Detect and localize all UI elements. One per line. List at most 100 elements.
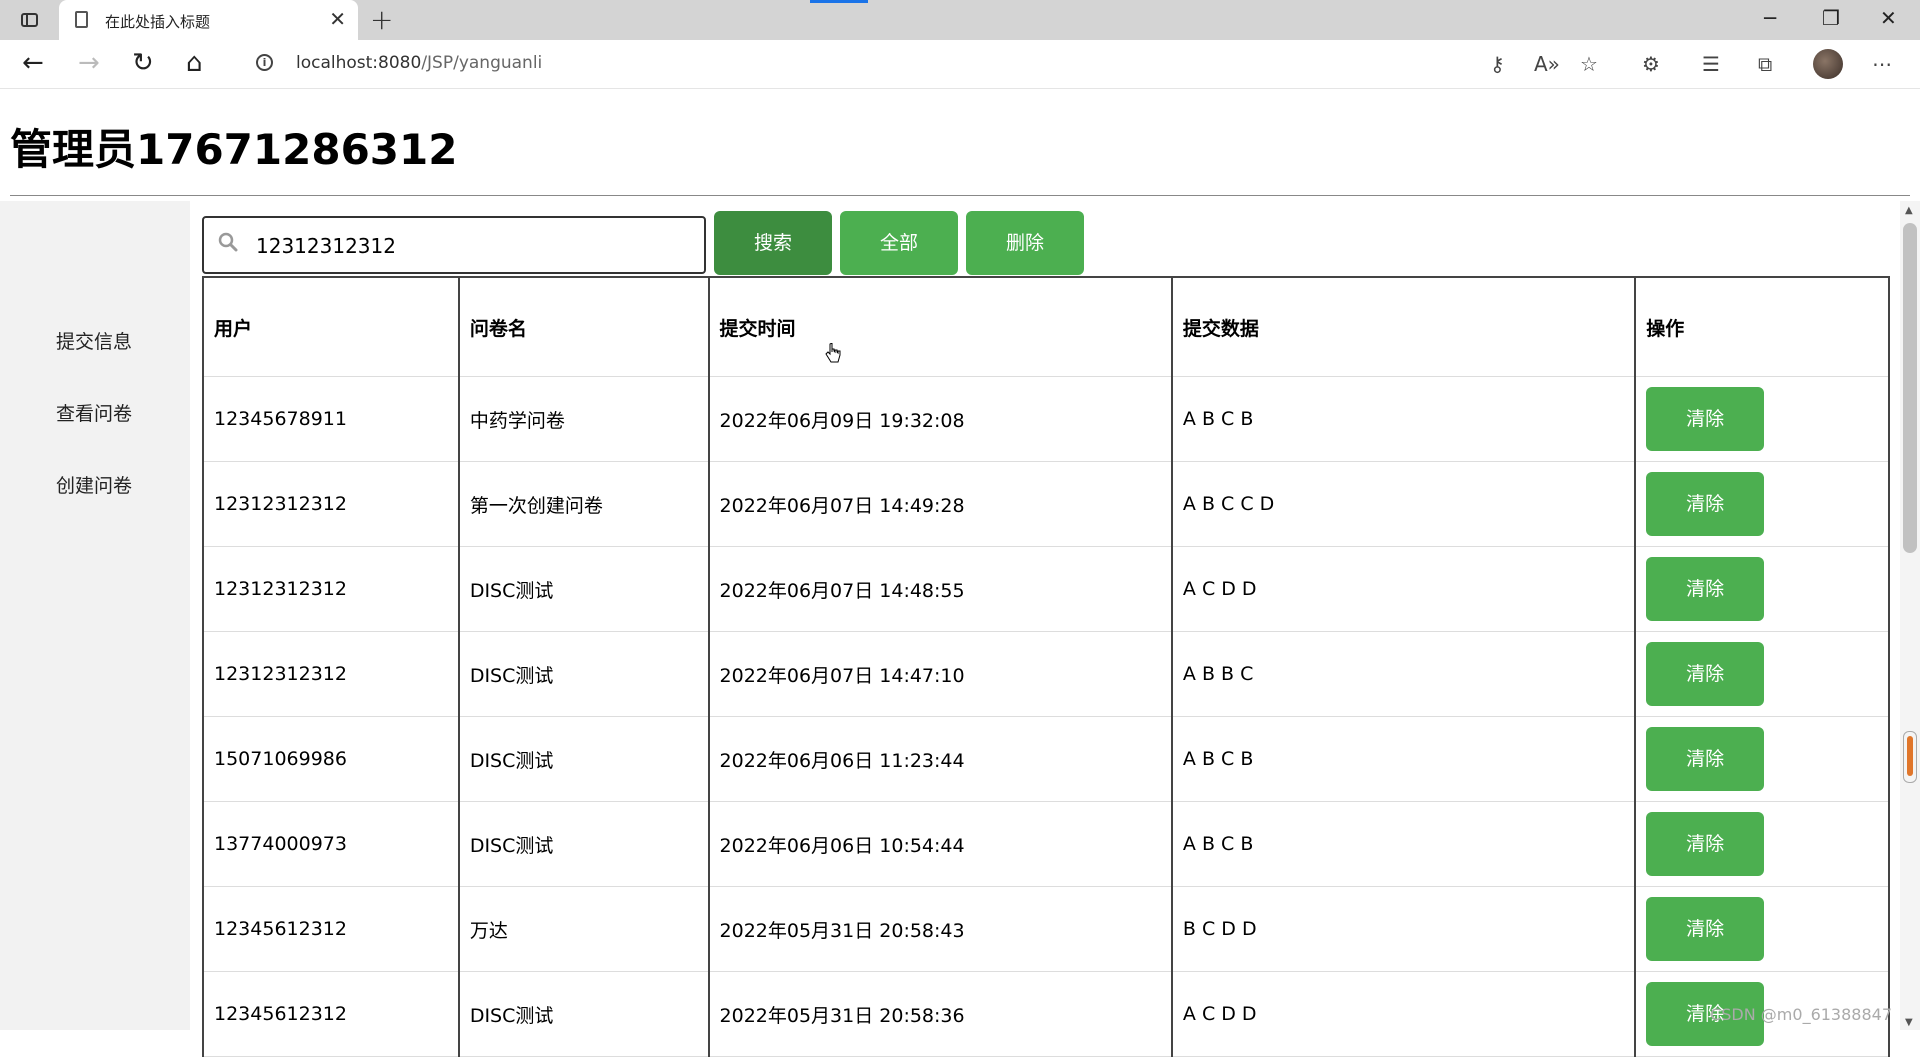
page-document-icon <box>75 11 88 28</box>
cell-data: A B C B <box>1170 801 1636 887</box>
table-header-row: 用户 问卷名 提交时间 提交数据 操作 <box>202 276 1890 377</box>
table-row: 12345678911 中药学问卷 2022年06月09日 19:32:08 A… <box>202 376 1890 462</box>
back-icon[interactable]: ← <box>22 48 44 78</box>
scrollbar-thumb[interactable] <box>1903 223 1917 553</box>
table-row: 12345612312 万达 2022年05月31日 20:58:43 B C … <box>202 886 1890 972</box>
column-header-action: 操作 <box>1634 276 1890 377</box>
cell-action: 清除 <box>1634 546 1890 632</box>
cell-time: 2022年06月06日 10:54:44 <box>707 801 1173 887</box>
clear-button[interactable]: 清除 <box>1646 812 1765 876</box>
scroll-down-icon[interactable]: ▼ <box>1905 1017 1913 1028</box>
cell-survey: 第一次创建问卷 <box>457 461 710 547</box>
cell-action: 清除 <box>1634 631 1890 717</box>
column-header-data: 提交数据 <box>1170 276 1636 377</box>
search-box[interactable] <box>202 216 706 274</box>
site-info-icon[interactable]: i <box>256 54 273 71</box>
sidebar-item-submissions[interactable]: 提交信息 <box>56 327 132 354</box>
search-input[interactable] <box>254 231 688 261</box>
cell-time: 2022年05月31日 20:58:36 <box>707 971 1173 1057</box>
header-divider <box>10 195 1910 196</box>
read-aloud-icon[interactable]: A» <box>1534 53 1560 75</box>
cell-data: A B B C <box>1170 631 1636 717</box>
cell-action: 清除 <box>1634 461 1890 547</box>
forward-icon[interactable]: → <box>78 48 100 78</box>
key-icon[interactable]: ⚷ <box>1490 53 1505 75</box>
url-text: localhost:8080/JSP/yanguanli <box>296 53 543 73</box>
cell-data: A B C B <box>1170 716 1636 802</box>
submissions-table: 用户 问卷名 提交时间 提交数据 操作 12345678911 中药学问卷 20… <box>202 276 1890 1057</box>
home-icon[interactable]: ⌂ <box>186 48 203 78</box>
cell-time: 2022年06月07日 14:47:10 <box>707 631 1173 717</box>
close-tab-icon[interactable]: ✕ <box>329 8 346 30</box>
restore-icon[interactable]: ❐ <box>1822 6 1840 30</box>
extensions-icon[interactable]: ⚙ <box>1642 53 1660 75</box>
new-tab-icon[interactable]: + <box>370 5 393 35</box>
cell-survey: DISC测试 <box>457 631 710 717</box>
column-header-time: 提交时间 <box>707 276 1173 377</box>
cell-data: B C D D <box>1170 886 1636 972</box>
profile-avatar[interactable] <box>1813 49 1843 79</box>
column-header-user: 用户 <box>202 276 460 377</box>
clear-button[interactable]: 清除 <box>1646 727 1765 791</box>
cell-action: 清除 <box>1634 886 1890 972</box>
cell-data: A B C B <box>1170 376 1636 462</box>
cell-survey: DISC测试 <box>457 716 710 802</box>
cell-survey: DISC测试 <box>457 801 710 887</box>
sidebar-item-create-survey[interactable]: 创建问卷 <box>56 471 132 498</box>
page-content: 管理员17671286312 提交信息 查看问卷 创建问卷 搜索 全部 删除 用 <box>0 89 1920 1057</box>
cell-user: 15071069986 <box>202 716 460 802</box>
close-window-icon[interactable]: ✕ <box>1880 6 1897 30</box>
sidebar: 提交信息 查看问卷 创建问卷 <box>0 201 190 1030</box>
cell-data: A C D D <box>1170 971 1636 1057</box>
cell-time: 2022年06月07日 14:49:28 <box>707 461 1173 547</box>
favorites-icon[interactable]: ☰ <box>1702 53 1720 75</box>
cell-user: 12312312312 <box>202 631 460 717</box>
table-row: 12312312312 DISC测试 2022年06月07日 14:48:55 … <box>202 546 1890 632</box>
collections-icon[interactable]: ⧉ <box>1758 53 1772 75</box>
scroll-up-icon[interactable]: ▲ <box>1905 205 1913 216</box>
page-scrollbar[interactable]: ▲ ▼ <box>1900 201 1920 1030</box>
cell-survey: 万达 <box>457 886 710 972</box>
cell-data: A B C C D <box>1170 461 1636 547</box>
cell-user: 12345612312 <box>202 886 460 972</box>
cell-survey: 中药学问卷 <box>457 376 710 462</box>
cell-user: 13774000973 <box>202 801 460 887</box>
clear-button[interactable]: 清除 <box>1646 642 1765 706</box>
delete-button[interactable]: 删除 <box>966 211 1084 275</box>
table-row: 12345612312 DISC测试 2022年05月31日 20:58:36 … <box>202 971 1890 1057</box>
cell-data: A C D D <box>1170 546 1636 632</box>
refresh-icon[interactable]: ↻ <box>132 48 154 78</box>
cell-time: 2022年06月09日 19:32:08 <box>707 376 1173 462</box>
watermark: CSDN @m0_61388847 <box>1710 1005 1892 1024</box>
tab-accent-line <box>810 0 868 3</box>
address-toolbar: ← → ↻ ⌂ i localhost:8080/JSP/yanguanli ⚷… <box>0 40 1920 89</box>
show-all-button[interactable]: 全部 <box>840 211 958 275</box>
column-header-survey: 问卷名 <box>457 276 710 377</box>
cell-user: 12312312312 <box>202 461 460 547</box>
add-favorite-icon[interactable]: ☆ <box>1580 53 1598 75</box>
search-icon <box>218 232 238 252</box>
more-menu-icon[interactable]: ⋯ <box>1872 53 1892 75</box>
cell-user: 12312312312 <box>202 546 460 632</box>
clear-button[interactable]: 清除 <box>1646 897 1765 961</box>
clear-button[interactable]: 清除 <box>1646 472 1765 536</box>
cell-time: 2022年06月06日 11:23:44 <box>707 716 1173 802</box>
tab-actions-icon[interactable] <box>16 8 42 32</box>
address-bar[interactable]: i localhost:8080/JSP/yanguanli <box>236 44 1586 82</box>
table-row: 15071069986 DISC测试 2022年06月06日 11:23:44 … <box>202 716 1890 802</box>
table-row: 12312312312 DISC测试 2022年06月07日 14:47:10 … <box>202 631 1890 717</box>
minimize-icon[interactable]: ─ <box>1764 6 1776 30</box>
clear-button[interactable]: 清除 <box>1646 557 1765 621</box>
tab-title: 在此处插入标题 <box>105 13 211 31</box>
cell-action: 清除 <box>1634 376 1890 462</box>
cell-user: 12345678911 <box>202 376 460 462</box>
cell-time: 2022年06月07日 14:48:55 <box>707 546 1173 632</box>
sidebar-item-view-surveys[interactable]: 查看问卷 <box>56 399 132 426</box>
search-button[interactable]: 搜索 <box>714 211 832 275</box>
scroll-marker <box>1907 736 1913 776</box>
cell-time: 2022年05月31日 20:58:43 <box>707 886 1173 972</box>
page-title: 管理员17671286312 <box>10 125 458 174</box>
cell-action: 清除 <box>1634 716 1890 802</box>
clear-button[interactable]: 清除 <box>1646 387 1765 451</box>
browser-tab[interactable]: 在此处插入标题 ✕ <box>59 0 358 40</box>
